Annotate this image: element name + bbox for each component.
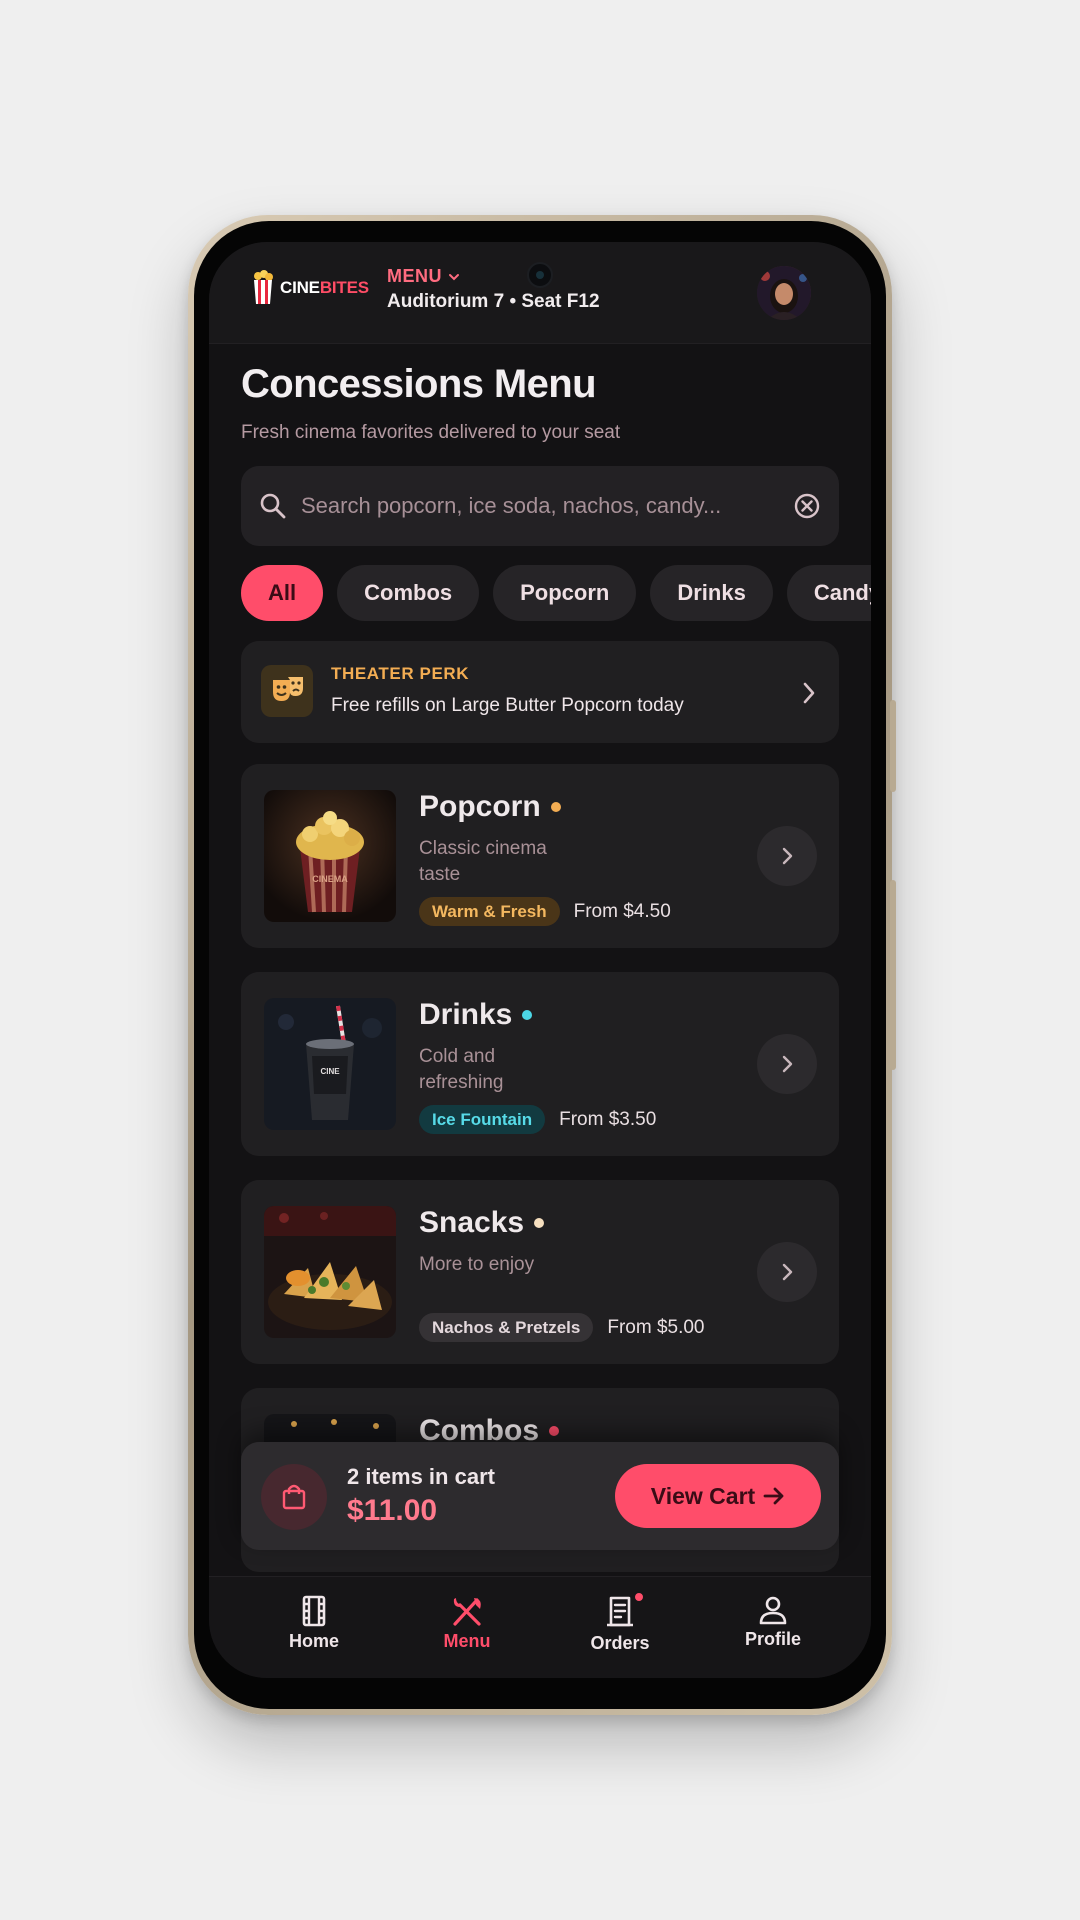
chip-combos[interactable]: Combos bbox=[337, 565, 480, 621]
cart-summary-bar: 2 items in cart $11.00 View Cart bbox=[241, 1442, 839, 1550]
category-badge: Ice Fountain bbox=[419, 1105, 546, 1134]
front-camera bbox=[527, 262, 553, 288]
app-logo-text: CINEBITES bbox=[280, 278, 369, 297]
category-card-snacks[interactable]: Snacks More to enjoy Nachos & Pretzels F… bbox=[241, 1180, 839, 1364]
perk-text: Free refills on Large Butter Popcorn tod… bbox=[331, 695, 684, 716]
cart-total: $11.00 bbox=[347, 1494, 438, 1527]
chevron-down-icon bbox=[449, 273, 459, 280]
status-dot bbox=[549, 1426, 559, 1436]
category-price: From $5.00 bbox=[607, 1316, 705, 1338]
top-app-bar: CINEBITES MENU Auditorium 7 • Seat F12 bbox=[209, 242, 871, 344]
open-category-button[interactable] bbox=[757, 1242, 817, 1302]
nav-label: Orders bbox=[590, 1633, 650, 1653]
menu-label: MENU bbox=[387, 266, 442, 286]
category-description: Classic cinema taste bbox=[419, 838, 547, 885]
category-filter-chips: All Combos Popcorn Drinks Candy bbox=[241, 565, 871, 621]
theater-perk-banner[interactable]: THEATER PERK Free refills on Large Butte… bbox=[241, 641, 839, 743]
app-logo[interactable]: CINEBITES bbox=[252, 270, 369, 306]
clear-search-icon[interactable] bbox=[793, 492, 821, 520]
open-category-button[interactable] bbox=[757, 1034, 817, 1094]
category-card-popcorn[interactable]: CINEMA Popcorn Classic cinema taste Warm… bbox=[241, 764, 839, 948]
side-button bbox=[890, 700, 896, 792]
notification-dot bbox=[633, 1591, 645, 1603]
nav-item-menu[interactable]: Menu bbox=[407, 1595, 527, 1652]
chip-all[interactable]: All bbox=[241, 565, 324, 621]
bottom-navigation: Home Menu Orders Profile bbox=[209, 1576, 871, 1678]
view-cart-button[interactable]: View Cart bbox=[615, 1464, 821, 1528]
perk-label: THEATER PERK bbox=[331, 664, 470, 683]
search-bar bbox=[241, 466, 839, 546]
popcorn-image: CINEMA bbox=[264, 790, 396, 922]
chip-drinks[interactable]: Drinks bbox=[650, 565, 773, 621]
cart-item-count: 2 items in cart bbox=[347, 1464, 495, 1489]
search-icon bbox=[260, 493, 286, 519]
status-dot bbox=[550, 802, 561, 812]
film-strip-icon bbox=[302, 1595, 326, 1627]
seat-location: Auditorium 7 • Seat F12 bbox=[387, 291, 600, 312]
avatar[interactable] bbox=[757, 266, 811, 320]
category-card-drinks[interactable]: CINE Drinks Cold and refreshing Ice Foun… bbox=[241, 972, 839, 1156]
category-badge: Nachos & Pretzels bbox=[419, 1313, 594, 1342]
nav-label: Home bbox=[288, 1631, 339, 1651]
chevron-right-icon bbox=[782, 847, 793, 865]
user-icon bbox=[759, 1596, 787, 1625]
category-badge: Warm & Fresh bbox=[419, 897, 560, 926]
popcorn-logo-icon bbox=[254, 270, 273, 304]
avatar-photo bbox=[757, 266, 811, 320]
app-screen: CINEBITES MENU Auditorium 7 • Seat F12 C… bbox=[209, 242, 871, 1678]
utensils-icon bbox=[453, 1598, 481, 1626]
chip-candy[interactable]: Candy bbox=[786, 565, 871, 621]
nachos-image bbox=[264, 1206, 396, 1338]
view-cart-label: View Cart bbox=[650, 1482, 756, 1509]
receipt-icon bbox=[607, 1596, 633, 1627]
category-description: More to enjoy bbox=[419, 1254, 535, 1275]
nav-item-profile[interactable]: Profile bbox=[713, 1595, 833, 1650]
status-dot bbox=[534, 1218, 545, 1228]
chevron-right-icon bbox=[782, 1055, 793, 1073]
arrow-right-icon bbox=[763, 1487, 784, 1505]
svg-text:CINEMA: CINEMA bbox=[312, 874, 348, 884]
nav-item-orders[interactable]: Orders bbox=[560, 1591, 680, 1654]
page-title: Concessions Menu bbox=[241, 362, 597, 406]
category-price: From $3.50 bbox=[559, 1108, 657, 1130]
category-title: Snacks bbox=[419, 1206, 545, 1240]
chevron-right-icon bbox=[803, 682, 815, 704]
menu-location-selector[interactable]: MENU Auditorium 7 • Seat F12 bbox=[387, 266, 600, 313]
nav-item-home[interactable]: Home bbox=[254, 1595, 374, 1652]
status-dot bbox=[522, 1010, 533, 1020]
nav-label: Menu bbox=[443, 1631, 491, 1651]
shopping-bag-icon bbox=[261, 1464, 327, 1530]
category-description: Cold and refreshing bbox=[419, 1046, 504, 1093]
chevron-right-icon bbox=[782, 1263, 793, 1281]
drink-image: CINE bbox=[264, 998, 396, 1130]
page-subtitle: Fresh cinema favorites delivered to your… bbox=[241, 422, 621, 443]
search-input[interactable] bbox=[301, 493, 793, 519]
category-title: Drinks bbox=[419, 998, 533, 1032]
category-title: Popcorn bbox=[419, 790, 561, 824]
chip-popcorn[interactable]: Popcorn bbox=[493, 565, 637, 621]
theater-masks-icon bbox=[261, 665, 313, 717]
open-category-button[interactable] bbox=[757, 826, 817, 886]
svg-text:CINE: CINE bbox=[320, 1067, 340, 1076]
nav-label: Profile bbox=[744, 1629, 801, 1649]
category-price: From $4.50 bbox=[573, 900, 671, 922]
side-button bbox=[890, 880, 896, 1070]
